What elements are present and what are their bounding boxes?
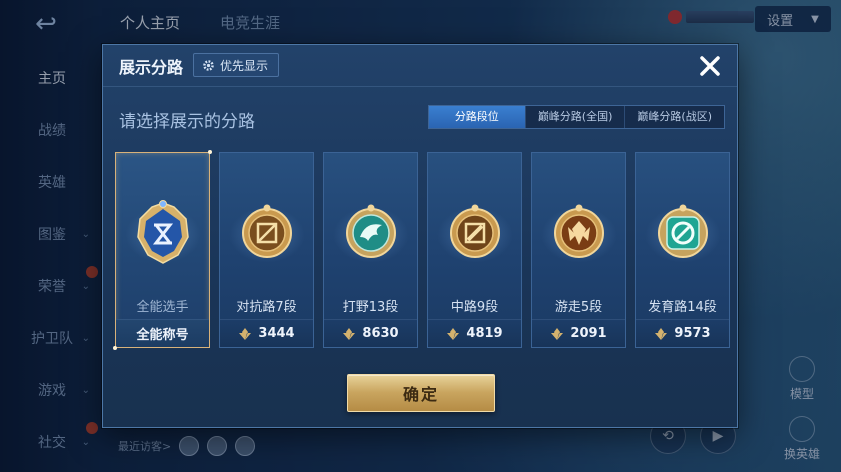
tab-peak-region[interactable]: 巅峰分路(战区) [624,106,724,128]
lane-rank-label: 游走5段 [554,300,603,315]
all-rounder-title: 全能称号 [136,328,189,343]
lane-score: 8630 [324,319,417,347]
lane-display-dialog: 展示分路 优先显示 请选择展示的分路 分路段位 巅峰分路(全国) 巅峰分路(战区… [102,44,738,428]
lane-score-value: 2091 [570,326,607,341]
roam-badge-icon [553,204,604,258]
lane-score-value: 4819 [466,326,503,341]
dialog-title: 展示分路 [119,58,184,77]
all-rounder-badge-icon [136,200,189,264]
lane-rank-label: 对抗路7段 [236,300,297,315]
close-icon [700,56,720,76]
dialog-subtitle: 请选择展示的分路 [119,112,255,132]
rank-star-icon [447,327,460,340]
lane-card-roam[interactable]: 游走5段 2091 [531,152,626,348]
confirm-button[interactable]: 确定 [347,374,495,412]
lane-card-footer: 全能称号 [116,319,209,347]
rank-star-icon [655,327,668,340]
lane-card-all-rounder[interactable]: 全能选手 全能称号 [113,150,212,350]
dialog-header: 展示分路 优先显示 [103,45,737,87]
rank-star-icon [343,327,356,340]
lane-rank-label: 中路9段 [450,300,499,315]
rank-star-icon [551,327,564,340]
lane-score: 3444 [220,319,313,347]
lane-score-value: 3444 [258,326,295,341]
lane-score: 4819 [428,319,521,347]
gear-icon [203,59,214,71]
lane-rank-label: 打野13段 [342,300,399,315]
tab-peak-national[interactable]: 巅峰分路(全国) [524,106,625,128]
farm-lane-badge-icon [657,204,708,258]
lane-card-clash[interactable]: 对抗路7段 3444 [219,152,314,348]
lane-score-value: 8630 [362,326,399,341]
rank-star-icon [239,327,252,340]
lane-card-jungle[interactable]: 打野13段 8630 [323,152,418,348]
priority-display-label: 优先显示 [220,58,269,73]
lane-card-mid[interactable]: 中路9段 4819 [427,152,522,348]
lane-score: 2091 [532,319,625,347]
lane-score-value: 9573 [674,326,711,341]
tab-lane-rank[interactable]: 分路段位 [428,106,525,128]
lane-card-farm[interactable]: 发育路14段 9573 [635,152,730,348]
mid-lane-badge-icon [449,204,500,258]
rank-type-tabs: 分路段位 巅峰分路(全国) 巅峰分路(战区) [427,105,725,129]
lane-rank-label: 发育路14段 [648,300,717,315]
jungle-badge-icon [345,204,396,258]
clash-lane-badge-icon [241,204,292,258]
lane-score: 9573 [636,319,729,347]
lane-card-list: 全能选手 全能称号 对抗路7段 3444 打野13段 8630 中路9段 481… [113,150,730,350]
priority-display-button[interactable]: 优先显示 [193,53,280,77]
lane-rank-label: 全能选手 [136,300,189,315]
close-button[interactable] [695,51,725,81]
